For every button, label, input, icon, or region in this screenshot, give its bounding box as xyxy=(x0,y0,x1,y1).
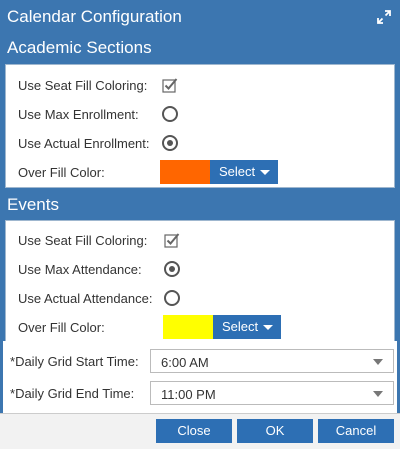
start-time-label-text: Daily Grid Start Time: xyxy=(15,354,139,369)
caret-down-icon xyxy=(263,325,273,330)
caret-down-icon xyxy=(260,170,270,175)
chevron-down-icon xyxy=(373,391,383,397)
ev-seat-fill-checkbox[interactable] xyxy=(164,232,180,248)
ok-button[interactable]: OK xyxy=(237,419,313,443)
ev-over-fill-label: Over Fill Color: xyxy=(18,320,105,335)
expand-icon[interactable] xyxy=(376,9,392,25)
ev-max-attendance-radio[interactable] xyxy=(164,261,180,277)
dialog-title: Calendar Configuration xyxy=(7,7,182,26)
ev-seat-fill-label: Use Seat Fill Coloring: xyxy=(18,233,148,248)
ev-max-attendance-label: Use Max Attendance: xyxy=(18,262,142,277)
dialog-footer: Close OK Cancel xyxy=(0,413,400,449)
start-time-value: 6:00 AM xyxy=(161,355,209,370)
academic-sections-title: Academic Sections xyxy=(7,38,152,57)
ev-actual-attendance-radio[interactable] xyxy=(164,290,180,306)
start-time-dropdown[interactable]: 6:00 AM xyxy=(150,349,394,373)
as-actual-enrollment-label: Use Actual Enrollment: xyxy=(18,136,150,151)
as-select-color-button[interactable]: Select xyxy=(210,160,278,184)
as-over-fill-label: Over Fill Color: xyxy=(18,165,105,180)
events-panel: Use Seat Fill Coloring: Use Max Attendan… xyxy=(5,220,395,342)
end-time-label-text: Daily Grid End Time: xyxy=(15,386,135,401)
ev-actual-attendance-label: Use Actual Attendance: xyxy=(18,291,153,306)
as-seat-fill-checkbox[interactable] xyxy=(162,77,178,93)
academic-sections-panel: Use Seat Fill Coloring: Use Max Enrollme… xyxy=(5,64,395,188)
events-header: Events xyxy=(0,192,400,220)
as-max-enrollment-radio[interactable] xyxy=(162,106,178,122)
calendar-configuration-dialog: Calendar Configuration Academic Sections… xyxy=(0,0,400,449)
as-max-enrollment-label: Use Max Enrollment: xyxy=(18,107,139,122)
ev-select-label: Select xyxy=(222,319,259,334)
chevron-down-icon xyxy=(373,359,383,365)
events-title: Events xyxy=(7,195,59,214)
end-time-label: *Daily Grid End Time: xyxy=(10,386,134,401)
ev-select-color-button[interactable]: Select xyxy=(213,315,281,339)
ev-over-fill-swatch xyxy=(163,315,213,339)
dialog-titlebar: Calendar Configuration xyxy=(0,0,400,35)
as-select-label: Select xyxy=(219,164,256,179)
as-actual-enrollment-radio[interactable] xyxy=(162,135,178,151)
start-time-label: *Daily Grid Start Time: xyxy=(10,354,139,369)
cancel-button[interactable]: Cancel xyxy=(318,419,394,443)
end-time-dropdown[interactable]: 11:00 PM xyxy=(150,381,394,405)
academic-sections-header: Academic Sections xyxy=(0,35,400,63)
grid-time-panel: *Daily Grid Start Time: 6:00 AM *Daily G… xyxy=(0,341,400,415)
as-seat-fill-label: Use Seat Fill Coloring: xyxy=(18,78,148,93)
as-over-fill-swatch xyxy=(160,160,210,184)
close-button[interactable]: Close xyxy=(156,419,232,443)
end-time-value: 11:00 PM xyxy=(161,387,216,402)
